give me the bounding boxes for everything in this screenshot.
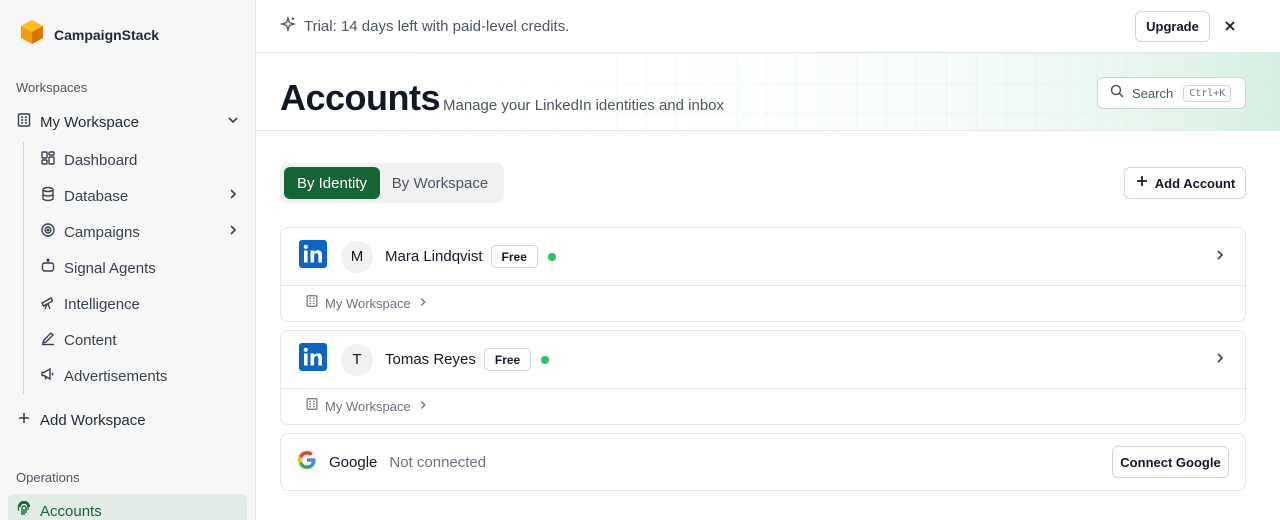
sparkle-icon — [279, 15, 297, 37]
view-toggle: By Identity By Workspace — [280, 163, 504, 203]
page-subtitle: Manage your LinkedIn identities and inbo… — [443, 97, 725, 114]
building-icon — [305, 397, 319, 416]
avatar: T — [341, 343, 373, 376]
chevron-right-icon — [417, 398, 429, 416]
tab-by-identity[interactable]: By Identity — [284, 167, 380, 199]
pen-icon — [40, 330, 56, 351]
sidebar-item-label: Content — [64, 331, 117, 349]
add-account-button[interactable]: Add Account — [1124, 167, 1246, 199]
tree-line — [23, 142, 24, 394]
workspace-name: My Workspace — [40, 113, 139, 131]
search-icon — [1110, 84, 1124, 103]
sidebar-item-dashboard[interactable]: Dashboard — [32, 144, 248, 176]
chevron-right-icon[interactable] — [226, 187, 240, 206]
megaphone-icon — [40, 366, 56, 387]
search-label: Search — [1132, 85, 1174, 101]
account-row[interactable]: M Mara Lindqvist Free — [281, 228, 1245, 285]
database-icon — [40, 186, 56, 207]
building-icon — [16, 112, 32, 133]
target-icon — [40, 222, 56, 243]
chevron-down-icon — [226, 113, 240, 132]
add-workspace-button[interactable]: Add Workspace — [8, 404, 248, 436]
status-indicator — [541, 355, 550, 364]
operations-section-label: Operations — [16, 470, 80, 485]
sidebar-item-label: Accounts — [40, 502, 102, 520]
sidebar-item-campaigns[interactable]: Campaigns — [32, 216, 248, 248]
add-account-label: Add Account — [1154, 175, 1236, 191]
chevron-right-icon — [417, 295, 429, 313]
linkedin-icon — [299, 343, 327, 376]
workspace-label: My Workspace — [325, 399, 411, 414]
account-card: M Mara Lindqvist Free My Workspace — [280, 227, 1246, 322]
sidebar: CampaignStack Workspaces My Workspace Da… — [0, 0, 256, 520]
account-workspace-link[interactable]: My Workspace — [281, 285, 1245, 321]
upgrade-button[interactable]: Upgrade — [1135, 11, 1210, 42]
search-button[interactable]: Search Ctrl+K — [1097, 77, 1246, 109]
building-icon — [305, 294, 319, 313]
google-icon — [297, 450, 317, 475]
search-shortcut: Ctrl+K — [1183, 84, 1232, 102]
workspace-selector[interactable]: My Workspace — [8, 106, 248, 138]
account-name: Tomas Reyes — [385, 351, 476, 368]
grid-icon — [40, 150, 56, 171]
page-title: Accounts — [280, 77, 441, 118]
sidebar-item-intelligence[interactable]: Intelligence — [32, 288, 248, 320]
chevron-right-icon[interactable] — [226, 223, 240, 242]
page-header: Accounts Manage your LinkedIn identities… — [256, 53, 1280, 131]
sidebar-item-advertisements[interactable]: Advertisements — [32, 360, 248, 392]
account-workspace-link[interactable]: My Workspace — [281, 388, 1245, 424]
plus-icon — [1135, 174, 1149, 193]
workspace-label: My Workspace — [325, 296, 411, 311]
bot-icon — [40, 258, 56, 279]
sidebar-item-label: Database — [64, 187, 129, 205]
linkedin-icon — [299, 240, 327, 273]
plan-badge: Free — [490, 245, 538, 268]
tab-by-workspace[interactable]: By Workspace — [380, 167, 500, 199]
fingerprint-icon — [16, 500, 32, 520]
brand[interactable]: CampaignStack — [20, 19, 159, 50]
plus-icon — [16, 410, 32, 431]
avatar: M — [341, 240, 373, 273]
google-label: Google — [329, 453, 378, 471]
sidebar-item-label: Campaigns — [64, 223, 140, 241]
chevron-right-icon[interactable] — [1213, 248, 1227, 267]
sidebar-item-label: Advertisements — [64, 367, 168, 385]
add-workspace-label: Add Workspace — [40, 411, 146, 429]
sidebar-item-content[interactable]: Content — [32, 324, 248, 356]
hexagon-logo-icon — [20, 19, 44, 50]
account-row[interactable]: T Tomas Reyes Free — [281, 331, 1245, 388]
trial-message: Trial: 14 days left with paid-level cred… — [304, 17, 570, 35]
sidebar-item-label: Signal Agents — [64, 259, 156, 277]
google-integration-card: Google Not connected Connect Google — [280, 433, 1246, 491]
sidebar-item-label: Intelligence — [64, 295, 140, 313]
sidebar-item-database[interactable]: Database — [32, 180, 248, 212]
chevron-right-icon[interactable] — [1213, 351, 1227, 370]
sidebar-item-label: Dashboard — [64, 151, 138, 169]
trial-banner: Trial: 14 days left with paid-level cred… — [256, 0, 1280, 53]
telescope-icon — [40, 294, 56, 315]
sidebar-item-signal-agents[interactable]: Signal Agents — [32, 252, 248, 284]
app-name: CampaignStack — [54, 26, 160, 43]
account-name: Mara Lindqvist — [385, 248, 483, 265]
google-status: Not connected — [389, 453, 487, 471]
status-indicator — [547, 252, 556, 261]
connect-google-button[interactable]: Connect Google — [1112, 446, 1229, 478]
account-card: T Tomas Reyes Free My Workspace — [280, 330, 1246, 425]
plan-badge: Free — [483, 348, 532, 371]
sidebar-item-accounts[interactable]: Accounts — [8, 494, 247, 520]
workspaces-section-label: Workspaces — [16, 80, 88, 95]
close-icon[interactable] — [1220, 16, 1240, 36]
